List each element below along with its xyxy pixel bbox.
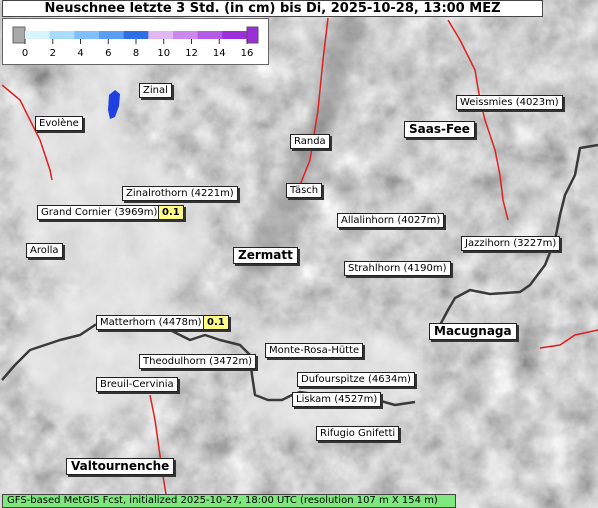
- legend-swatch: [74, 31, 100, 39]
- legend-swatch: [49, 31, 75, 39]
- legend-swatch-below: [12, 26, 26, 44]
- legend-swatch: [99, 31, 125, 39]
- legend-tick-label: 14: [213, 48, 226, 59]
- place-label-arolla: Arolla: [26, 243, 63, 258]
- place-label-breuil-cervinia: Breuil-Cervinia: [96, 377, 178, 392]
- place-label-randa: Randa: [290, 134, 330, 149]
- model-info-footer: GFS-based MetGIS Fcst, initialized 2025-…: [2, 494, 456, 508]
- place-label-strahlhorn-4190m: Strahlhorn (4190m): [344, 261, 451, 276]
- place-label-zinal: Zinal: [139, 83, 172, 98]
- legend-tick-label: 0: [22, 48, 28, 59]
- legend-tick-label: 8: [133, 48, 139, 59]
- map-title: Neuschnee letzte 3 Std. (in cm) bis Di, …: [2, 0, 543, 17]
- legend-swatch: [25, 31, 51, 39]
- place-label-allalinhorn-4027m: Allalinhorn (4027m): [337, 213, 445, 228]
- legend-swatch: [123, 31, 149, 39]
- snow-value-badge: 0.1: [158, 205, 184, 220]
- place-label-macugnaga: Macugnaga: [429, 323, 517, 340]
- terrain-map: [0, 0, 598, 508]
- place-label-weissmies-4023m: Weissmies (4023m): [456, 95, 563, 110]
- legend-swatch: [173, 31, 199, 39]
- place-label-matterhorn-4478m: Matterhorn (4478m): [96, 315, 206, 330]
- place-label-dufourspitze-4634m: Dufourspitze (4634m): [297, 372, 415, 387]
- place-label-valtournenche: Valtournenche: [66, 458, 175, 475]
- snow-value-badge: 0.1: [203, 315, 229, 330]
- legend-tick-label: 10: [157, 48, 170, 59]
- place-label-rifugio-gnifetti: Rifugio Gnifetti: [316, 426, 400, 441]
- legend-tick-label: 12: [185, 48, 198, 59]
- place-label-jazzihorn-3227m: Jazzihorn (3227m): [461, 236, 561, 251]
- snow-legend: 0 2 4 6 8 10 12 14 16: [2, 18, 269, 65]
- place-label-grand-cornier-3969m: Grand Cornier (3969m): [37, 205, 162, 220]
- place-label-theodulhorn-3472m: Theodulhorn (3472m): [139, 354, 257, 369]
- legend-swatch-above: [246, 26, 259, 44]
- place-label-saas-fee: Saas-Fee: [404, 121, 475, 138]
- place-label-zinalrothorn-4221m: Zinalrothorn (4221m): [122, 186, 238, 201]
- legend-tick-label: 16: [241, 48, 254, 59]
- place-label-liskam-4527m: Liskam (4527m): [292, 392, 382, 407]
- legend-swatch: [222, 31, 248, 39]
- map[interactable]: Neuschnee letzte 3 Std. (in cm) bis Di, …: [0, 0, 598, 508]
- place-label-evolene: Evolène: [35, 116, 83, 131]
- legend-colorbar: 0 2 4 6 8 10 12 14 16: [12, 26, 259, 59]
- place-label-zermatt: Zermatt: [233, 247, 298, 264]
- legend-swatch: [148, 31, 174, 39]
- place-label-tasch: Täsch: [286, 183, 323, 198]
- legend-tick-label: 6: [105, 48, 111, 59]
- legend-tick-label: 4: [77, 48, 83, 59]
- place-label-monte-rosa-hutte: Monte-Rosa-Hütte: [265, 343, 364, 358]
- legend-tick-label: 2: [50, 48, 56, 59]
- legend-swatch: [197, 31, 223, 39]
